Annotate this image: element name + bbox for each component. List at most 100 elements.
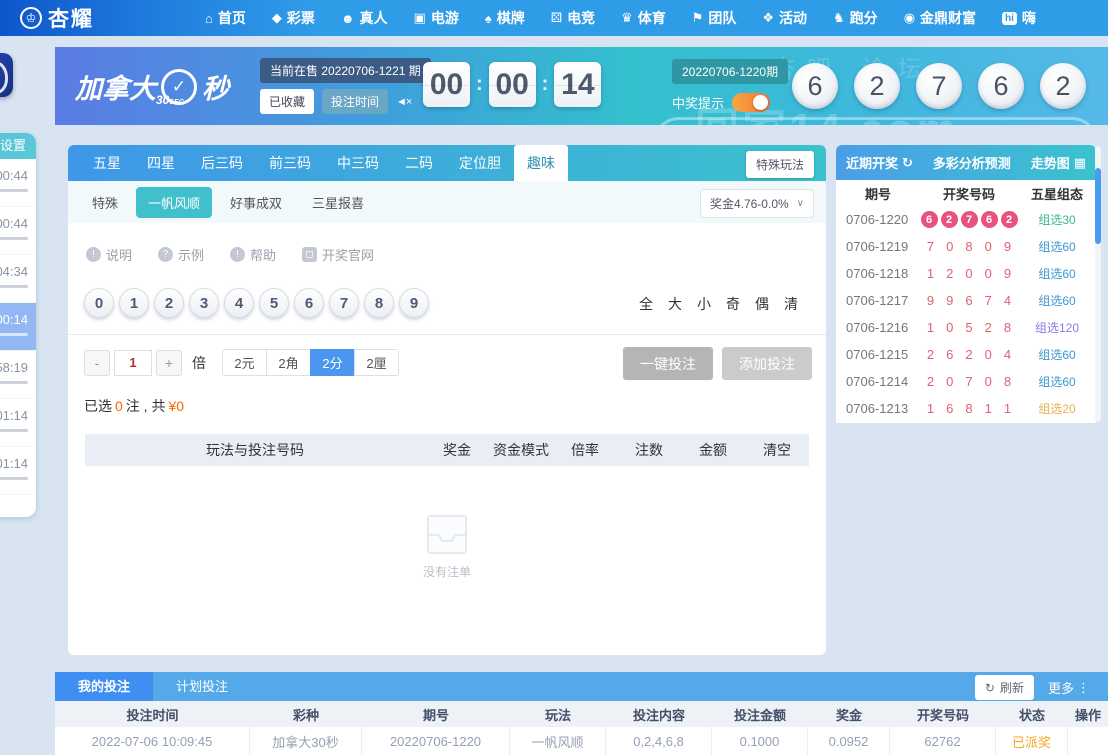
quick-pick-small[interactable]: 小 <box>697 294 711 314</box>
number-ball-1[interactable]: 1 <box>119 288 149 318</box>
tab-quwei-active[interactable]: 趣味 <box>514 145 568 181</box>
sidebar-lottery-item[interactable]: 04:34 <box>0 255 36 303</box>
one-key-bet-button[interactable]: 一键投注 <box>623 347 713 380</box>
sidebar-lottery-item[interactable]: 00:44 <box>0 207 36 255</box>
quick-pick-big[interactable]: 大 <box>668 294 682 314</box>
nav-item-lottery[interactable]: ◆彩票 <box>272 8 315 28</box>
nav-item-chess[interactable]: ♠棋牌 <box>485 8 525 28</box>
panel-scrollbar-thumb[interactable] <box>1095 168 1101 244</box>
nav-item-team[interactable]: ⚑团队 <box>692 8 737 28</box>
floating-widget-icon[interactable] <box>0 53 13 97</box>
nav-item-live[interactable]: ☻真人 <box>341 8 388 28</box>
combo-link[interactable]: 组选60 <box>1018 238 1096 255</box>
sidebar-lottery-item[interactable]: 01:14 <box>0 399 36 447</box>
number-ball-9[interactable]: 9 <box>399 288 429 318</box>
sidebar-lottery-item[interactable]: 58:19 <box>0 351 36 399</box>
refresh-button[interactable]: ↻ 刷新 <box>975 675 1034 700</box>
help-link-official-site[interactable]: ◻开奖官网 <box>302 245 374 264</box>
subtab-teshu[interactable]: 特殊 <box>80 187 130 218</box>
number-ball-2[interactable]: 2 <box>154 288 184 318</box>
tab-housanma[interactable]: 后三码 <box>188 145 256 181</box>
combo-link[interactable]: 组选30 <box>1018 211 1096 228</box>
tab-plan-bets[interactable]: 计划投注 <box>153 672 251 701</box>
my-bets-table-row: 2022-07-06 10:09:45 加拿大30秒 20220706-1220… <box>55 727 1108 755</box>
tab-zhongsanma[interactable]: 中三码 <box>324 145 392 181</box>
number-ball-4[interactable]: 4 <box>224 288 254 318</box>
draw-numbers: 20708 <box>920 374 1018 389</box>
tab-analysis-forecast[interactable]: 多彩分析预测 <box>933 153 1011 172</box>
nav-item-activity[interactable]: ❖活动 <box>762 8 807 28</box>
combo-link[interactable]: 组选60 <box>1018 373 1096 390</box>
number-ball-3[interactable]: 3 <box>189 288 219 318</box>
bet-time-button[interactable]: 投注时间 <box>322 89 388 114</box>
multiplier-minus-button[interactable]: - <box>84 350 110 376</box>
subtab-sanxingbaoxi[interactable]: 三星报喜 <box>300 187 376 218</box>
bonus-select[interactable]: 奖金4.76-0.0% ∨ <box>700 189 814 218</box>
number-ball-8[interactable]: 8 <box>364 288 394 318</box>
combo-link[interactable]: 组选60 <box>1018 292 1096 309</box>
win-tip-toggle[interactable] <box>732 93 770 112</box>
tab-dingweidan[interactable]: 定位胆 <box>446 145 514 181</box>
nav-label: 电竞 <box>567 8 595 28</box>
number-ball-7[interactable]: 7 <box>329 288 359 318</box>
unit-jiao[interactable]: 2角 <box>266 349 311 376</box>
quick-pick-odd[interactable]: 奇 <box>726 294 740 314</box>
quick-pick-even[interactable]: 偶 <box>755 294 769 314</box>
quick-pick-clear[interactable]: 清 <box>784 294 798 314</box>
help-link-shili[interactable]: ?示例 <box>158 245 204 264</box>
nav-item-home[interactable]: ⌂首页 <box>205 8 246 28</box>
number-ball-5[interactable]: 5 <box>259 288 289 318</box>
combo-link[interactable]: 组选60 <box>1018 265 1096 282</box>
multiplier-plus-button[interactable]: + <box>156 350 182 376</box>
unit-li[interactable]: 2厘 <box>354 349 399 376</box>
tab-trend-chart[interactable]: 走势图▦ <box>1031 153 1086 172</box>
subtab-yifanfengshun-active[interactable]: 一帆风顺 <box>136 187 212 218</box>
countdown-seconds: 14 <box>554 62 601 107</box>
tab-sixing[interactable]: 四星 <box>134 145 188 181</box>
number-ball-6[interactable]: 6 <box>294 288 324 318</box>
nav-item-hi[interactable]: hi嗨 <box>1002 8 1036 28</box>
help-link-shuoming[interactable]: !说明 <box>86 245 132 264</box>
countdown-timer: 00 : 00 : 14 <box>423 62 601 107</box>
sidebar-lottery-item-partial[interactable] <box>0 495 36 517</box>
combo-link[interactable]: 组选60 <box>1018 346 1096 363</box>
tab-erma[interactable]: 二码 <box>392 145 446 181</box>
clear-column-header[interactable]: 清空 <box>745 440 809 460</box>
win-tip: 中奖提示 <box>672 93 770 112</box>
play-cell: 一帆风顺 <box>510 727 606 755</box>
info-icon: ! <box>230 247 245 262</box>
sidebar-lottery-item-active[interactable]: 00:14 <box>0 303 36 351</box>
number-ball-0[interactable]: 0 <box>84 288 114 318</box>
window-icon: ◻ <box>302 247 317 262</box>
sidebar-settings[interactable]: 设置 <box>0 133 36 159</box>
wealth-icon: ◉ <box>904 10 915 26</box>
tab-wuxing[interactable]: 五星 <box>80 145 134 181</box>
sidebar-lottery-item[interactable]: 00:44 <box>0 159 36 207</box>
add-bet-button[interactable]: 添加投注 <box>722 347 812 380</box>
tab-recent-draws[interactable]: 近期开奖↻ <box>846 153 913 172</box>
tab-qiansanma[interactable]: 前三码 <box>256 145 324 181</box>
help-link-bangzhu[interactable]: !帮助 <box>230 245 276 264</box>
brand[interactable]: ♔ 杏耀 <box>20 3 205 33</box>
tab-my-bets-active[interactable]: 我的投注 <box>55 672 153 701</box>
recent-row: 0706-1217 99674 组选60 <box>836 287 1096 314</box>
favorited-button[interactable]: 已收藏 <box>260 89 314 114</box>
unit-yuan[interactable]: 2元 <box>222 349 267 376</box>
multiplier-value[interactable]: 1 <box>114 350 152 376</box>
special-play-button[interactable]: 特殊玩法 <box>746 151 814 178</box>
combo-link[interactable]: 组选120 <box>1018 319 1096 336</box>
quick-pick-all[interactable]: 全 <box>639 294 653 314</box>
nav-item-paofen[interactable]: ♞跑分 <box>833 8 878 28</box>
draw-numbers: 99674 <box>920 293 1018 308</box>
sub-play-tabs: 特殊 一帆风顺 好事成双 三星报喜 奖金4.76-0.0% ∨ <box>68 181 826 223</box>
sidebar-lottery-item[interactable]: 01:14 <box>0 447 36 495</box>
nav-item-sports[interactable]: ♛体育 <box>621 8 666 28</box>
nav-item-jinding-wealth[interactable]: ◉金鼎财富 <box>904 8 976 28</box>
unit-fen-active[interactable]: 2分 <box>310 349 355 376</box>
nav-item-esports[interactable]: ⚄电竞 <box>551 8 595 28</box>
mute-speaker-icon[interactable]: ◄× <box>396 96 411 108</box>
combo-link[interactable]: 组选20 <box>1018 400 1096 417</box>
more-button[interactable]: 更多 ⋮ <box>1048 678 1090 697</box>
nav-item-egames[interactable]: ▣电游 <box>414 8 459 28</box>
subtab-haoshichengshuang[interactable]: 好事成双 <box>218 187 294 218</box>
